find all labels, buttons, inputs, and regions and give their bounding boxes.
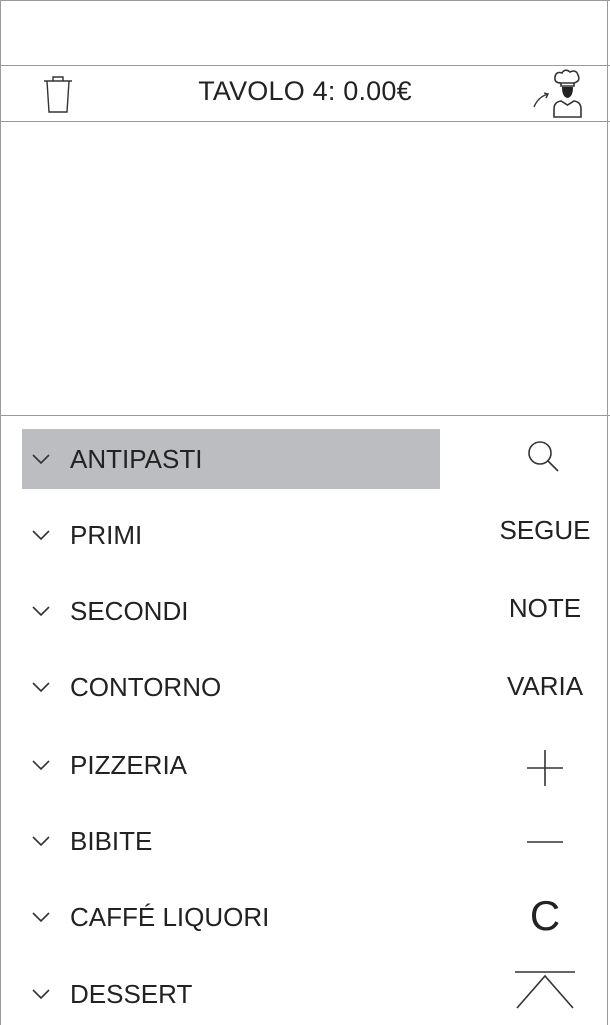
varia-button[interactable]: VARIA <box>480 656 610 716</box>
category-bibite[interactable]: BIBITE <box>22 811 440 871</box>
category-antipasti[interactable]: ANTIPASTI <box>22 429 440 489</box>
order-header: TAVOLO 4: 0.00€ <box>0 66 610 122</box>
note-button[interactable]: NOTE <box>480 578 610 638</box>
category-pizzeria[interactable]: PIZZERIA <box>22 735 440 795</box>
chevron-down-icon <box>32 454 50 465</box>
chevron-down-icon <box>32 836 50 847</box>
chevron-down-icon <box>32 760 50 771</box>
plus-button[interactable] <box>480 738 610 798</box>
table-total-title: TAVOLO 4: 0.00€ <box>198 76 412 106</box>
category-label: BIBITE <box>70 825 153 856</box>
clear-button[interactable]: C <box>480 886 610 946</box>
chevron-down-icon <box>32 989 50 1000</box>
order-items-area[interactable] <box>0 122 610 416</box>
category-label: PRIMI <box>70 519 143 550</box>
category-caffe-liquori[interactable]: CAFFÉ LIQUORI <box>22 887 440 947</box>
top-bar <box>0 0 610 66</box>
minus-button[interactable] <box>480 812 610 872</box>
segue-button[interactable]: SEGUE <box>480 500 610 560</box>
collapse-button[interactable] <box>480 962 610 1022</box>
category-label: PIZZERIA <box>70 749 188 780</box>
category-dessert[interactable]: DESSERT <box>22 964 440 1024</box>
chevron-down-icon <box>32 682 50 693</box>
search-button[interactable] <box>480 428 610 488</box>
category-contorno[interactable]: CONTORNO <box>22 657 440 717</box>
chef-send-icon[interactable] <box>528 69 590 119</box>
plus-icon <box>527 750 563 786</box>
search-icon <box>528 441 559 472</box>
chevron-down-icon <box>32 530 50 541</box>
category-label: CAFFÉ LIQUORI <box>70 901 270 932</box>
chevron-down-icon <box>32 912 50 923</box>
chevron-up-icon <box>515 971 575 1009</box>
category-label: CONTORNO <box>70 671 222 702</box>
category-label: DESSERT <box>70 978 193 1009</box>
category-label: ANTIPASTI <box>70 443 203 474</box>
chevron-down-icon <box>32 606 50 617</box>
category-label: SECONDI <box>70 595 189 626</box>
category-secondi[interactable]: SECONDI <box>22 581 440 641</box>
category-primi[interactable]: PRIMI <box>22 505 440 565</box>
minus-icon <box>527 841 563 843</box>
